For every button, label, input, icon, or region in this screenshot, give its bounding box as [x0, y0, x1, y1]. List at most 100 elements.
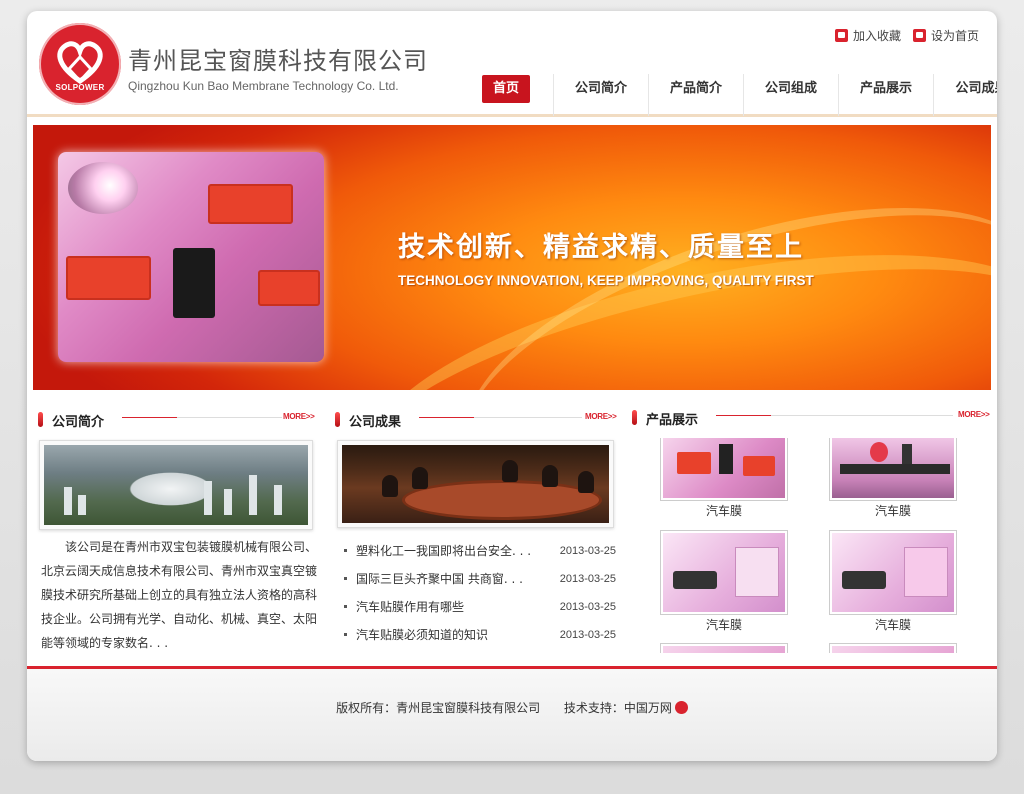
person-shape [542, 465, 558, 487]
wanwang-logo-icon [674, 701, 688, 714]
news-item[interactable]: 塑料化工一我国即将出台安全. . . 2013-03-25 [344, 539, 616, 567]
device-shape [842, 571, 886, 589]
product-label: 汽车膜 [874, 618, 911, 632]
achievements-more-link[interactable]: MORE>> [585, 412, 617, 421]
news-date: 2013-03-25 [559, 545, 616, 557]
person-shape [502, 460, 518, 482]
person-shape [382, 475, 398, 497]
nav-product-intro-label: 产品简介 [669, 81, 722, 96]
person-shape [412, 467, 428, 489]
device-shape [673, 571, 717, 589]
building-shape [204, 481, 212, 515]
divider [419, 417, 474, 418]
nav-product-intro[interactable]: 产品简介 [649, 74, 744, 116]
meeting-table-shape [402, 480, 602, 520]
add-favorite-link[interactable]: 加入收藏 [834, 27, 901, 44]
product-photo [663, 646, 785, 653]
product-image [660, 530, 788, 615]
news-title: 汽车贴膜作用有哪些 [356, 600, 465, 614]
logo-heart-icon [57, 41, 103, 85]
product-photo [832, 533, 954, 612]
intro-section-header: 公司简介 MORE>> [38, 411, 318, 433]
company-name-cn: 青州昆宝窗膜科技有限公司 [128, 47, 428, 75]
building-shape [274, 485, 282, 515]
product-card[interactable]: 汽车膜 [660, 530, 788, 635]
news-item[interactable]: 汽车贴膜作用有哪些 2013-03-25 [344, 595, 616, 623]
nav-achievements[interactable]: 公司成果 [934, 74, 997, 116]
news-title: 塑料化工一我国即将出台安全. . . [356, 544, 532, 558]
add-favorite-label: 加入收藏 [852, 29, 901, 43]
device-shape [840, 464, 950, 474]
news-item[interactable]: 汽车贴膜必须知道的知识 2013-03-25 [344, 623, 616, 651]
product-label: 汽车膜 [705, 504, 742, 518]
device-shape [677, 452, 711, 474]
products-more-link[interactable]: MORE>> [958, 410, 990, 419]
divider [122, 417, 177, 418]
footer-text: 版权所有：青州昆宝窗膜科技有限公司 技术支持：中国万网 [27, 699, 997, 716]
set-homepage-link[interactable]: 设为首页 [912, 27, 979, 44]
section-marker-icon [632, 410, 637, 425]
lamp-image [68, 162, 138, 214]
intro-title: 公司简介 [52, 415, 105, 430]
nav-home[interactable]: 首页 [459, 74, 554, 116]
copyright-text: 版权所有：青州昆宝窗膜科技有限公司 [336, 701, 541, 715]
tech-support-link[interactable]: 技术支持：中国万网 [564, 701, 688, 715]
device-image [208, 184, 293, 224]
news-date: 2013-03-25 [559, 601, 616, 613]
news-list: 塑料化工一我国即将出台安全. . . 2013-03-25 国际三巨头齐聚中国 … [344, 539, 616, 651]
main-nav: 首页 公司简介 产品简介 公司组成 产品展示 公司成果 [459, 74, 997, 116]
bullet-icon [344, 549, 347, 552]
header: SOLPOWER 青州昆宝窗膜科技有限公司 Qingzhou Kun Bao M… [27, 11, 997, 117]
news-item[interactable]: 国际三巨头齐聚中国 共商窗. . . 2013-03-25 [344, 567, 616, 595]
product-card[interactable]: 汽车膜 [829, 438, 957, 521]
news-title: 国际三巨头齐聚中国 共商窗. . . [356, 572, 523, 586]
footer: 版权所有：青州昆宝窗膜科技有限公司 技术支持：中国万网 [27, 666, 997, 761]
bookmark-icon [834, 29, 848, 42]
product-card[interactable] [660, 643, 788, 653]
achievements-image-frame[interactable] [337, 440, 614, 528]
nav-company-intro[interactable]: 公司简介 [554, 74, 649, 116]
products-section-header: 产品展示 MORE>> [632, 409, 994, 431]
device-image [173, 248, 215, 318]
intro-text: 该公司是在青州市双宝包装镀膜机械有限公司、北京云阔天成信息技术有限公司、青州市双… [41, 540, 318, 650]
building-shape [224, 489, 232, 515]
section-marker-icon [38, 412, 43, 427]
divider [771, 415, 953, 416]
building-shape [64, 487, 72, 515]
news-title: 汽车贴膜必须知道的知识 [356, 628, 489, 642]
intro-more-link[interactable]: MORE>> [283, 412, 315, 421]
nav-company-structure-label: 公司组成 [764, 81, 817, 96]
nav-home-label: 首页 [481, 75, 530, 103]
company-name-en: Qingzhou Kun Bao Membrane Technology Co.… [128, 79, 399, 93]
meeting-image [342, 445, 609, 523]
company-logo[interactable]: SOLPOWER [39, 23, 121, 105]
divider [474, 417, 582, 418]
products-title: 产品展示 [646, 413, 699, 428]
news-date: 2013-03-25 [559, 629, 616, 641]
product-photo [832, 438, 954, 498]
banner-product-photo [58, 152, 324, 362]
nav-product-showcase[interactable]: 产品展示 [839, 74, 934, 116]
device-image [66, 256, 151, 300]
product-photo [663, 438, 785, 498]
set-homepage-label: 设为首页 [930, 29, 979, 43]
product-card[interactable]: 汽车膜 [829, 530, 957, 635]
product-image [829, 438, 957, 501]
product-image [660, 438, 788, 501]
person-shape [578, 471, 594, 493]
product-card[interactable]: 汽车膜 [660, 438, 788, 521]
divider [177, 417, 282, 418]
product-label: 汽车膜 [874, 504, 911, 518]
intro-image-frame[interactable] [39, 440, 313, 530]
device-image [258, 270, 320, 306]
bullet-icon [344, 577, 347, 580]
product-label: 汽车膜 [705, 618, 742, 632]
nav-company-structure[interactable]: 公司组成 [744, 74, 839, 116]
nav-company-intro-label: 公司简介 [574, 81, 627, 96]
news-date: 2013-03-25 [559, 573, 616, 585]
product-card[interactable] [829, 643, 957, 653]
banner-swirl [430, 148, 991, 390]
hero-banner: 技术创新、精益求精、质量至上 TECHNOLOGY INNOVATION, KE… [33, 125, 991, 390]
building-shape [249, 475, 257, 515]
product-image [829, 530, 957, 615]
